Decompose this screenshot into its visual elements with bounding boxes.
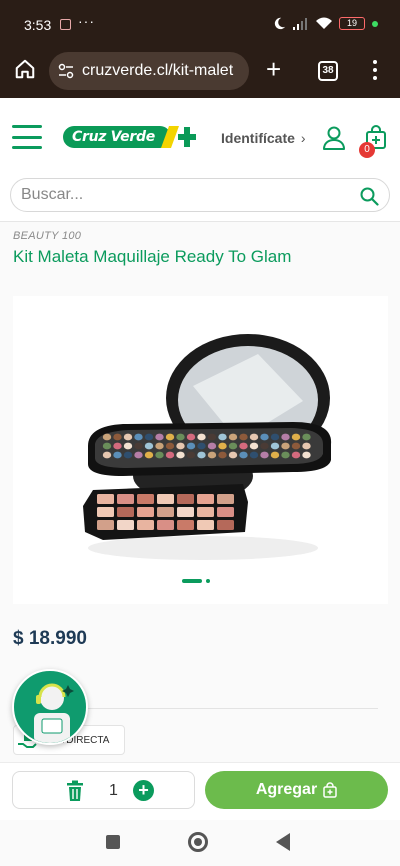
privacy-indicator-dot xyxy=(372,20,378,27)
signal-icon xyxy=(293,17,307,30)
product-price: $ 18.990 xyxy=(13,628,87,649)
recent-apps-icon[interactable] xyxy=(106,835,120,849)
add-to-cart-label: Agregar xyxy=(255,781,318,798)
android-navigation-bar xyxy=(0,820,400,866)
product-image xyxy=(83,334,332,560)
chevron-right-icon: › xyxy=(300,130,306,146)
cart-action-bar: 1 + Agregar xyxy=(0,762,400,820)
cart-count-badge: 0 xyxy=(359,142,375,158)
chat-assistant-button[interactable] xyxy=(12,669,88,745)
cruz-verde-logo[interactable]: Cruz Verde xyxy=(63,126,196,148)
add-to-cart-button[interactable]: Agregar xyxy=(205,771,388,809)
browser-chrome: 3:53 ··· 19 cruzverde.cl/kit-malet + 38 xyxy=(0,0,400,98)
do-not-disturb-moon-icon xyxy=(274,17,286,30)
gallery-dot[interactable] xyxy=(206,579,210,583)
trash-icon[interactable] xyxy=(66,780,84,802)
status-bar: 3:53 ··· 19 xyxy=(0,0,400,48)
home-button-icon[interactable] xyxy=(188,832,208,852)
quantity-value[interactable]: 1 xyxy=(109,782,118,800)
tab-switcher-button[interactable]: 38 xyxy=(318,61,338,81)
product-image-gallery[interactable] xyxy=(13,296,388,604)
user-icon[interactable] xyxy=(323,126,345,150)
new-tab-icon[interactable]: + xyxy=(266,56,281,82)
url-text: cruzverde.cl/kit-malet xyxy=(82,62,234,79)
status-time: 3:53 xyxy=(24,17,52,33)
browser-menu-icon[interactable] xyxy=(372,60,378,80)
logo-cross-icon xyxy=(178,127,196,147)
wifi-icon xyxy=(316,17,332,29)
gallery-dot-active[interactable] xyxy=(182,579,202,583)
quantity-stepper: 1 + xyxy=(12,771,195,809)
battery-icon: 19 xyxy=(339,17,365,30)
blush-grid xyxy=(97,494,234,530)
search-input[interactable] xyxy=(21,179,341,211)
search-icon[interactable] xyxy=(359,186,379,206)
product-title: Kit Maleta Maquillaje Ready To Glam xyxy=(13,247,292,266)
back-icon[interactable] xyxy=(276,833,290,851)
more-notifications-icon: ··· xyxy=(78,13,95,29)
logo-wordmark: Cruz Verde xyxy=(63,126,171,148)
home-icon[interactable] xyxy=(14,58,36,80)
bag-plus-icon xyxy=(323,782,337,798)
site-settings-icon[interactable] xyxy=(58,63,74,79)
search-box xyxy=(10,178,390,212)
hamburger-menu-icon[interactable] xyxy=(12,125,42,149)
increase-quantity-button[interactable]: + xyxy=(133,780,154,801)
product-brand[interactable]: BEAUTY 100 xyxy=(13,230,81,242)
login-label: Identifícate xyxy=(221,130,295,146)
login-link[interactable]: Identifícate › xyxy=(221,130,306,146)
site-header: Cruz Verde Identifícate › 0 xyxy=(0,98,400,222)
gallery-notification-icon xyxy=(60,19,71,30)
gallery-pagination xyxy=(182,579,210,583)
browser-toolbar: cruzverde.cl/kit-malet + 38 xyxy=(0,48,400,98)
address-bar[interactable]: cruzverde.cl/kit-malet xyxy=(49,52,249,90)
